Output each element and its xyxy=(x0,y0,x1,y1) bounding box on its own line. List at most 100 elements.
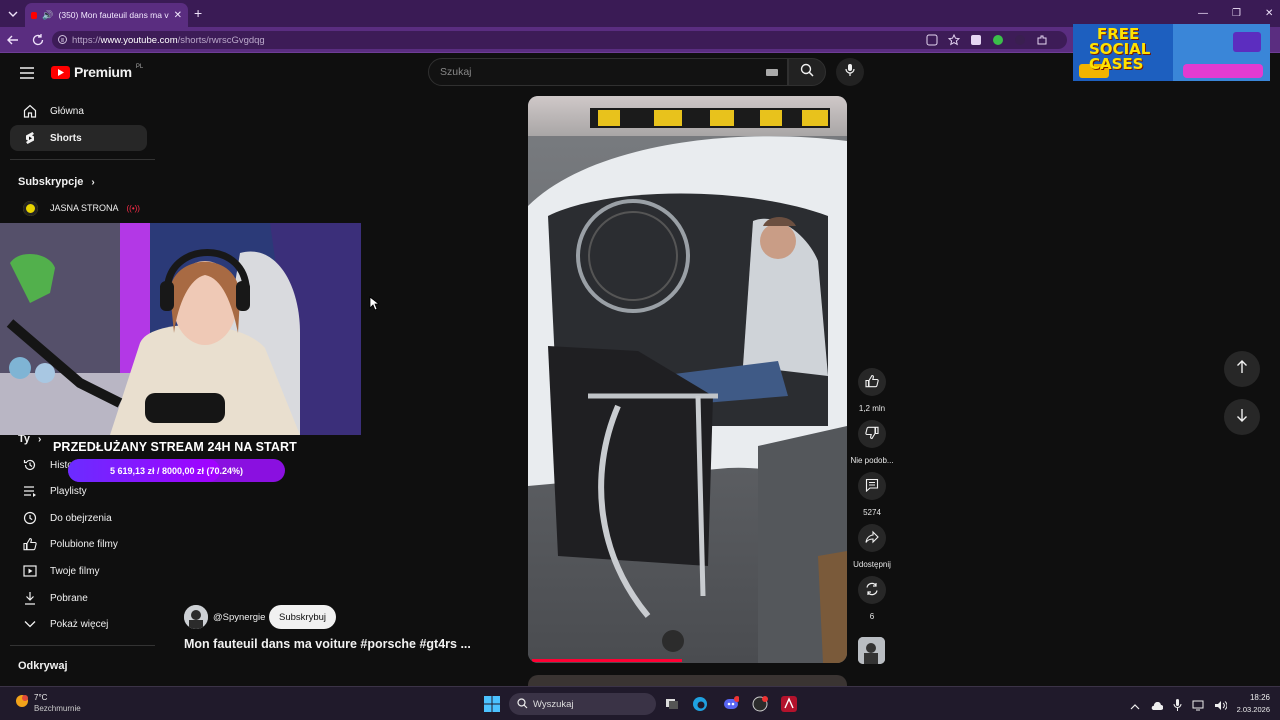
like-action[interactable]: 1,2 mln xyxy=(855,368,889,413)
previous-short-button[interactable] xyxy=(1224,351,1260,387)
sidebar-item-shorts[interactable]: Shorts xyxy=(10,125,147,151)
playlists-icon xyxy=(10,485,50,497)
next-short-button[interactable] xyxy=(1224,399,1260,435)
browser-tab[interactable]: 🔊 (350) Mon fauteuil dans ma v ✕ xyxy=(25,3,188,27)
tray-chevron-up-icon[interactable] xyxy=(1130,698,1140,716)
sound-thumbnail[interactable] xyxy=(858,637,885,664)
menu-hamburger-icon[interactable] xyxy=(20,66,34,84)
search-placeholder: Szukaj xyxy=(440,66,472,78)
stream-goal-progress-text: 5 619,13 zł / 8000,00 zł (70.24%) xyxy=(109,465,244,476)
download-icon xyxy=(10,591,50,605)
comments-action[interactable]: 5274 xyxy=(855,472,889,517)
like-count: 1,2 mln xyxy=(858,404,886,413)
video-progress-bar[interactable] xyxy=(532,659,682,662)
display-tray-icon[interactable] xyxy=(1192,698,1204,716)
home-icon xyxy=(10,104,50,118)
windows-start-icon[interactable] xyxy=(481,693,503,715)
new-tab-button[interactable]: + xyxy=(194,6,202,20)
weather-description[interactable]: Bezchmurnie xyxy=(34,704,81,713)
minimize-icon[interactable]: — xyxy=(1198,8,1208,19)
dislike-button[interactable] xyxy=(858,420,886,448)
promo-line-3: CASES xyxy=(1089,55,1144,73)
weather-icon[interactable] xyxy=(14,693,30,714)
voice-search-button[interactable] xyxy=(836,58,864,86)
share-label: Udostępnij xyxy=(853,560,891,569)
sidebar-item-label: Do obejrzenia xyxy=(50,512,112,524)
window-controls: — ❐ ✕ xyxy=(1198,8,1273,19)
subscribe-button[interactable]: Subskrybuj xyxy=(269,605,336,629)
arrow-down-icon xyxy=(1236,408,1248,427)
remix-count: 6 xyxy=(869,612,875,621)
clock-date[interactable]: 2.03.2026 xyxy=(1222,705,1270,714)
edge-browser-icon[interactable] xyxy=(689,693,711,715)
site-info-icon[interactable] xyxy=(57,34,68,48)
close-window-icon[interactable]: ✕ xyxy=(1265,8,1273,19)
like-button[interactable] xyxy=(858,368,886,396)
obs-studio-icon[interactable] xyxy=(749,693,771,715)
clock-time[interactable]: 18:26 xyxy=(1230,693,1270,702)
short-title[interactable]: Mon fauteuil dans ma voiture #porsche #g… xyxy=(184,637,471,651)
install-app-icon[interactable] xyxy=(926,33,938,51)
search-icon xyxy=(517,698,528,712)
share-action[interactable]: Udostępnij xyxy=(852,524,892,569)
extension-shield-icon[interactable] xyxy=(970,33,982,51)
arrow-up-icon xyxy=(1236,359,1248,379)
back-arrow-icon[interactable] xyxy=(6,33,20,49)
channel-avatar[interactable] xyxy=(184,605,208,629)
share-arrow-icon xyxy=(865,530,879,546)
task-view-icon[interactable] xyxy=(661,693,683,715)
sidebar-item-downloads[interactable]: Pobrane xyxy=(10,585,147,611)
dislike-label: Nie podob... xyxy=(850,456,894,465)
url-prefix: https:// xyxy=(72,34,101,46)
mouse-cursor-icon xyxy=(369,296,381,316)
sidebar-item-watch-later[interactable]: Do obejrzenia xyxy=(10,505,147,531)
promo-banner-free-social-cases: FREE SOCIAL CASES xyxy=(1073,24,1270,81)
sidebar-item-label: Playlisty xyxy=(50,485,87,497)
sidebar-item-home[interactable]: Główna xyxy=(10,98,147,124)
channel-handle[interactable]: @Spynergie xyxy=(213,612,265,623)
extension-dark-icon[interactable] xyxy=(1014,33,1026,51)
remix-button[interactable] xyxy=(858,576,886,604)
remix-action[interactable]: 6 xyxy=(855,576,889,621)
tab-title: (350) Mon fauteuil dans ma v xyxy=(58,10,169,20)
url-field[interactable]: https://www.youtube.com/shorts/rwrscGvgd… xyxy=(52,31,1067,49)
reload-icon[interactable] xyxy=(31,33,45,49)
extension-green-icon[interactable] xyxy=(992,33,1004,51)
comments-button[interactable] xyxy=(858,472,886,500)
youtube-premium-logo[interactable]: Premium PL xyxy=(51,64,143,80)
sidebar-item-label: Shorts xyxy=(50,132,82,144)
youtube-favicon-icon xyxy=(31,11,38,19)
sidebar-item-jasna-strona[interactable]: JASNA STRONA ((•)) xyxy=(10,195,147,221)
streamer-webcam-overlay xyxy=(0,223,361,435)
watch-later-icon xyxy=(10,511,50,525)
audio-playing-icon[interactable]: 🔊 xyxy=(42,10,53,21)
sidebar-item-liked-videos[interactable]: Polubione filmy xyxy=(10,531,147,557)
pdf-reader-icon[interactable] xyxy=(778,693,800,715)
next-short-preview[interactable] xyxy=(528,675,847,686)
sidebar-item-show-more[interactable]: Pokaż więcej xyxy=(10,611,147,637)
search-input[interactable]: Szukaj xyxy=(428,58,788,86)
weather-temp[interactable]: 7°C xyxy=(34,693,47,702)
bookmark-star-icon[interactable] xyxy=(947,33,961,51)
short-video-player[interactable] xyxy=(528,96,847,663)
tab-close-icon[interactable]: ✕ xyxy=(174,10,182,21)
subscriptions-heading[interactable]: Subskrypcje › xyxy=(18,176,95,188)
share-button[interactable] xyxy=(858,524,886,552)
sidebar-item-label: JASNA STRONA xyxy=(50,203,119,213)
microphone-tray-icon[interactable] xyxy=(1173,698,1182,716)
chevron-right-icon: › xyxy=(91,176,95,188)
taskbar-search[interactable]: Wyszukaj xyxy=(509,693,656,715)
maximize-icon[interactable]: ❐ xyxy=(1232,8,1241,19)
onedrive-cloud-icon[interactable] xyxy=(1150,698,1164,716)
extensions-puzzle-icon[interactable] xyxy=(1036,33,1048,51)
search-button[interactable] xyxy=(788,58,826,86)
dislike-action[interactable]: Nie podob... xyxy=(850,420,894,465)
remix-icon xyxy=(865,582,879,598)
tab-list-chevron-icon[interactable] xyxy=(6,7,20,23)
sidebar-item-your-videos[interactable]: Twoje filmy xyxy=(10,558,147,584)
url-path: /shorts/rwrscGvgdqg xyxy=(177,34,265,46)
keyboard-icon[interactable] xyxy=(766,69,778,76)
stream-goal-title: PRZEDŁUŻANY STREAM 24H NA START xyxy=(53,440,297,454)
discord-icon[interactable] xyxy=(720,693,742,715)
taskbar-search-label: Wyszukaj xyxy=(533,698,574,710)
